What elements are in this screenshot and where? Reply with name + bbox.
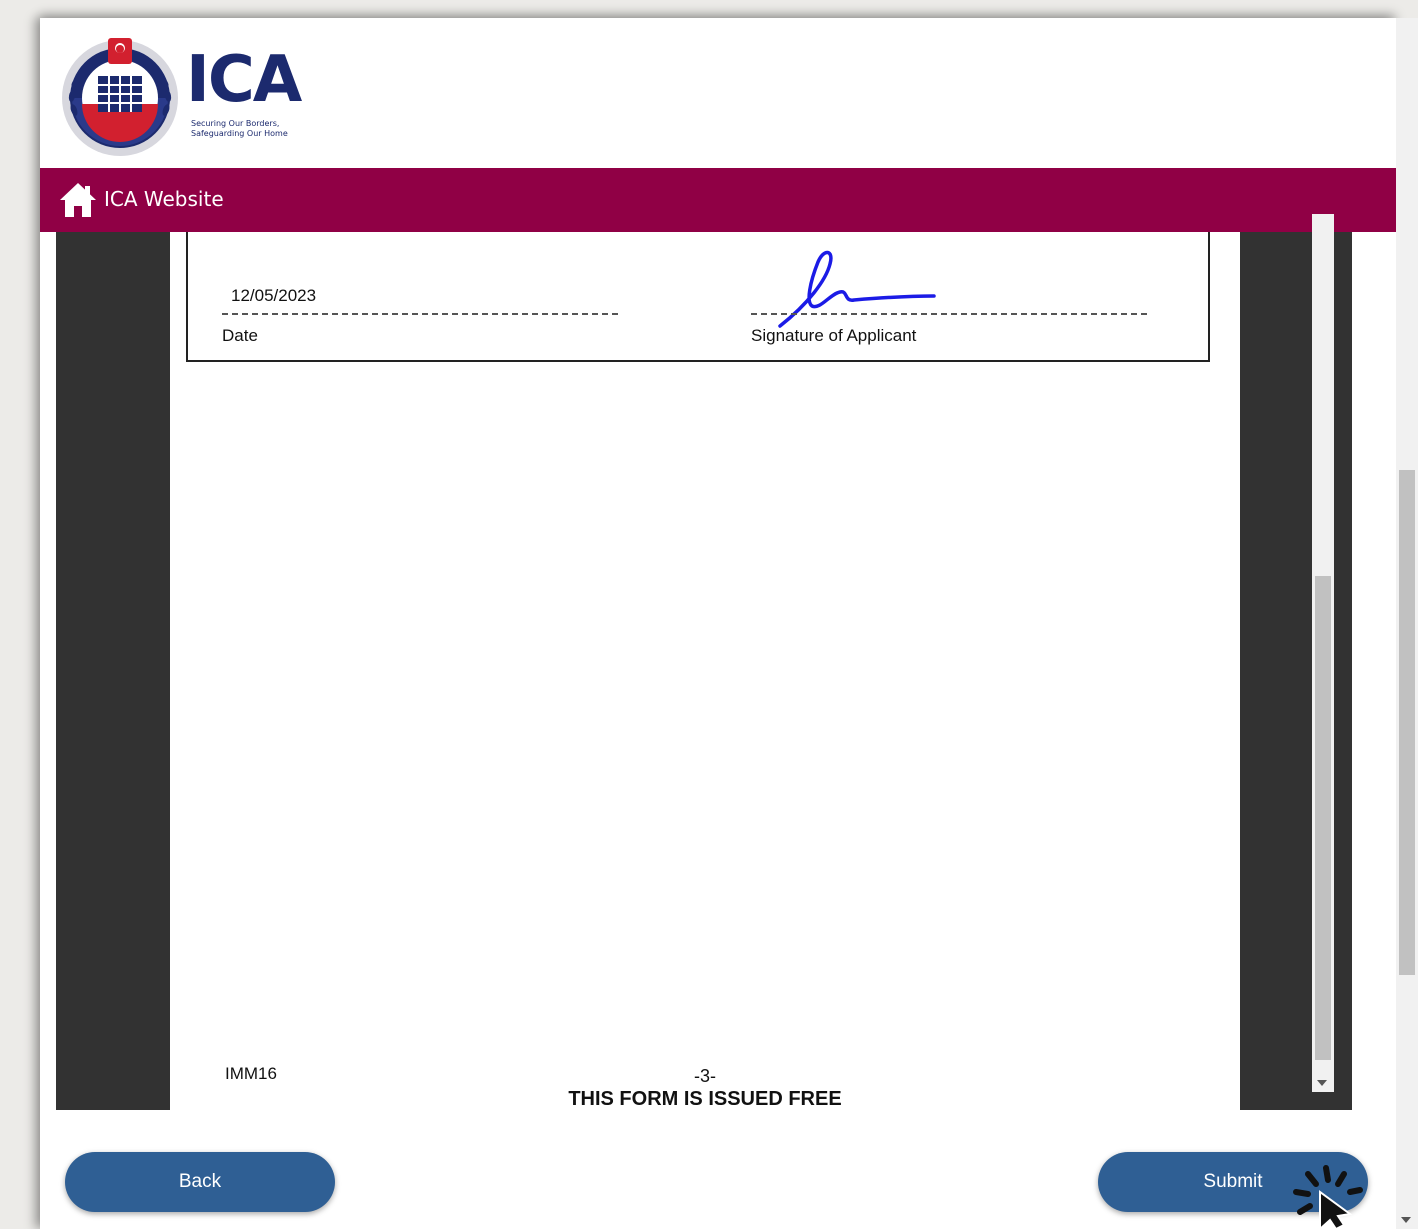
ica-logo-text: ICA <box>186 43 302 117</box>
page-scroll-down-arrow-icon[interactable] <box>1401 1217 1411 1223</box>
page-number: -3- <box>694 1066 716 1086</box>
site-navbar: ICA Website <box>40 168 1396 232</box>
pdf-viewer[interactable]: 12/05/2023 Date Signature of Applicant I… <box>56 232 1352 1110</box>
ica-crest-icon <box>62 38 178 156</box>
footer-notice: THIS FORM IS ISSUED FREE <box>568 1088 842 1110</box>
pdf-scrollbar[interactable] <box>1312 214 1334 1092</box>
click-cursor-icon <box>1293 1165 1363 1229</box>
tagline-line-2: Safeguarding Our Home <box>191 129 288 138</box>
home-icon[interactable] <box>58 180 98 220</box>
pdf-scrollbar-thumb[interactable] <box>1315 576 1331 1060</box>
back-button[interactable]: Back <box>65 1152 335 1212</box>
applicant-signature <box>778 250 936 328</box>
signature-label: Signature of Applicant <box>751 326 917 345</box>
date-label: Date <box>222 326 258 345</box>
declaration-box: 12/05/2023 Date Signature of Applicant <box>186 232 1210 362</box>
page-scrollbar[interactable] <box>1396 18 1418 1229</box>
site-header: ICA Securing Our Borders, Safeguarding O… <box>40 18 1396 168</box>
browser-window: ICA Securing Our Borders, Safeguarding O… <box>40 18 1396 1229</box>
page-scrollbar-thumb[interactable] <box>1399 470 1415 975</box>
ica-tagline: Securing Our Borders, Safeguarding Our H… <box>191 119 311 139</box>
pdf-scroll-down-arrow-icon[interactable] <box>1317 1080 1327 1086</box>
date-dotted-line <box>222 313 618 315</box>
ica-website-link[interactable]: ICA Website <box>104 187 224 211</box>
signature-dotted-line <box>751 313 1147 315</box>
date-value: 12/05/2023 <box>231 286 317 305</box>
pdf-page: 12/05/2023 Date Signature of Applicant I… <box>170 232 1240 1110</box>
tagline-line-1: Securing Our Borders, <box>191 119 280 128</box>
